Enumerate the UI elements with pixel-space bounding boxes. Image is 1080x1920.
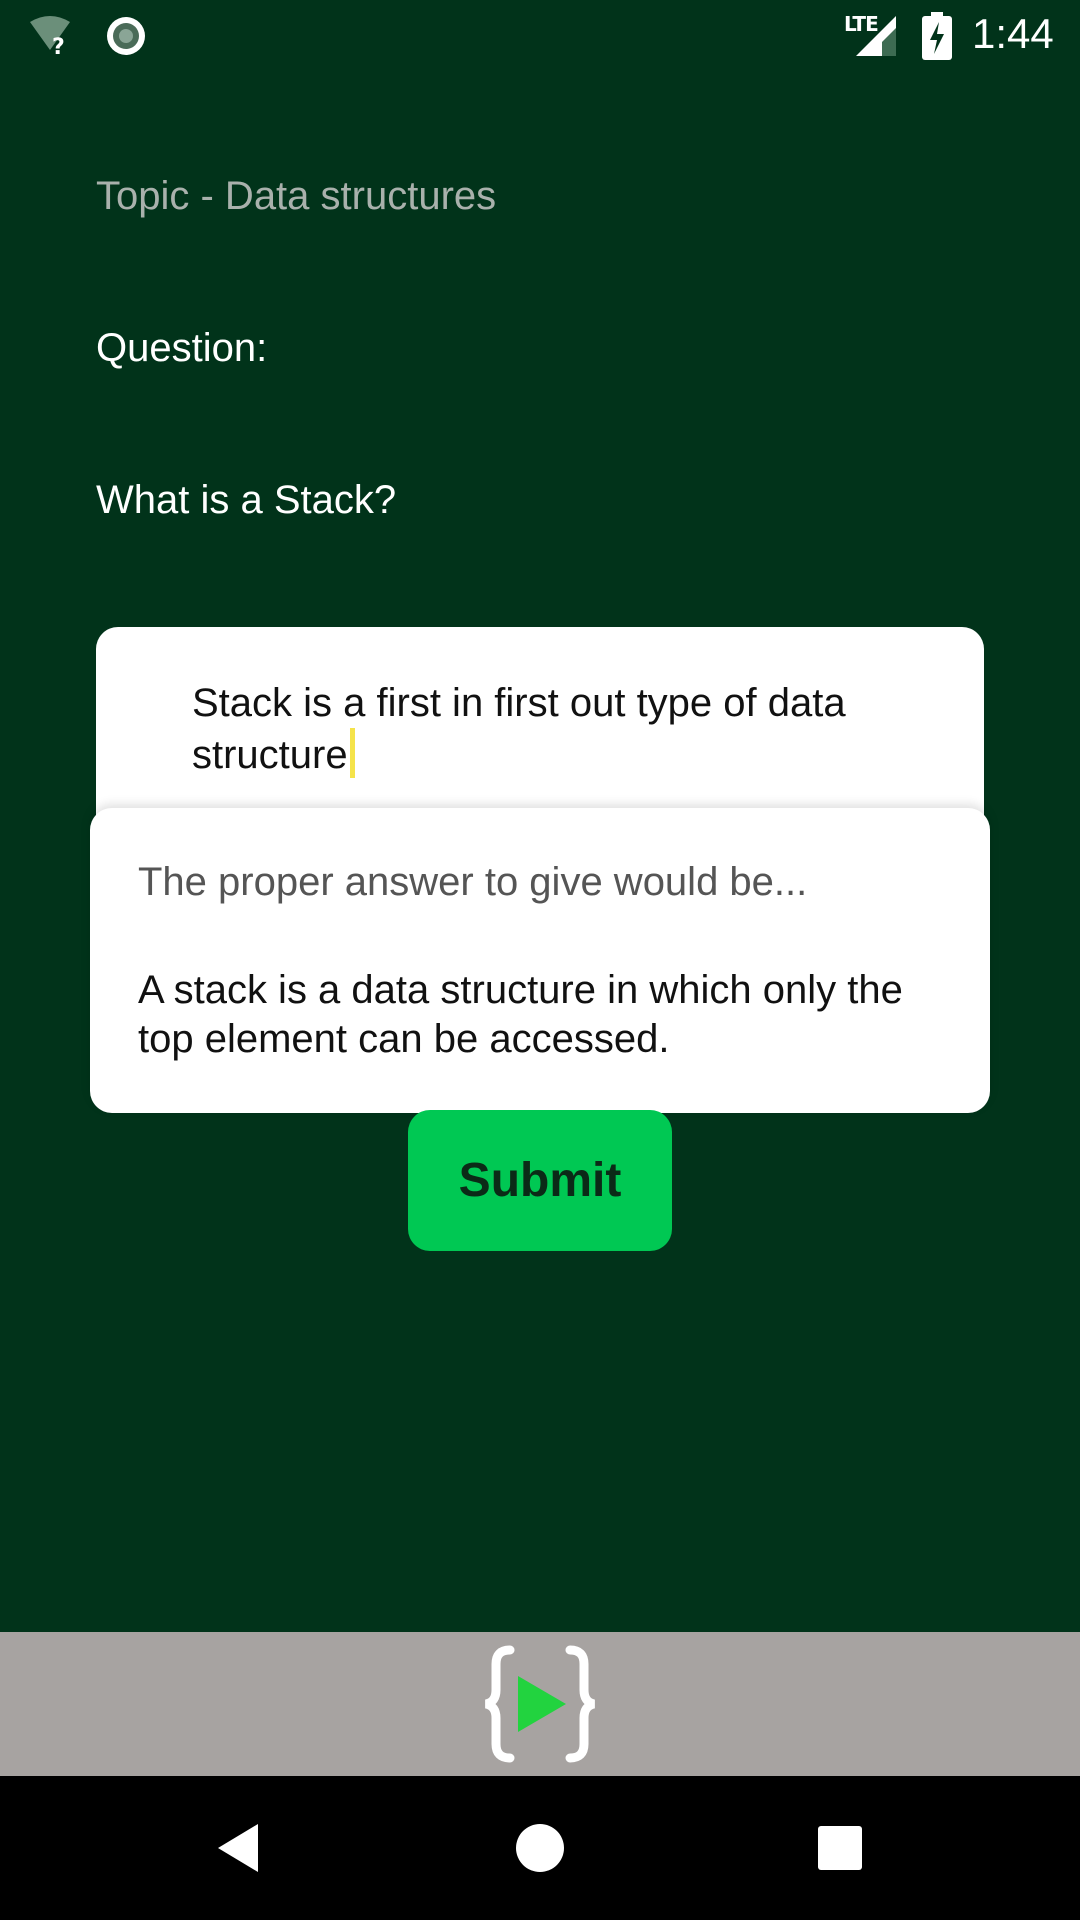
submit-button[interactable]: Submit (408, 1110, 672, 1251)
text-cursor (349, 728, 355, 778)
topic-label: Topic - Data structures (96, 174, 497, 218)
status-bar: ? LTE 1:44 (0, 0, 1080, 72)
system-nav-bar (0, 1776, 1080, 1920)
screen: ? LTE 1:44 Topic - Data structures Quest… (0, 0, 1080, 1920)
sync-icon (104, 14, 148, 63)
answer-hint-popup: The proper answer to give would be... A … (90, 808, 990, 1113)
popup-body: A stack is a data structure in which onl… (138, 968, 903, 1061)
home-icon[interactable] (514, 1822, 566, 1879)
question-text: What is a Stack? (96, 478, 397, 522)
recents-icon[interactable] (816, 1824, 864, 1877)
wifi-unknown-icon: ? (28, 14, 72, 63)
status-time: 1:44 (972, 10, 1054, 57)
signal-icon (852, 14, 898, 63)
question-label: Question: (96, 326, 268, 370)
answer-input-text[interactable]: Stack is a first in first out type of da… (192, 679, 932, 780)
code-play-logo-icon (480, 1642, 600, 1771)
answer-input-value: Stack is a first in first out type of da… (192, 681, 846, 777)
bottom-bar (0, 1632, 1080, 1776)
back-icon[interactable] (214, 1822, 262, 1879)
popup-title: The proper answer to give would be... (138, 860, 808, 904)
svg-text:?: ? (52, 35, 65, 58)
battery-charging-icon (922, 12, 952, 65)
